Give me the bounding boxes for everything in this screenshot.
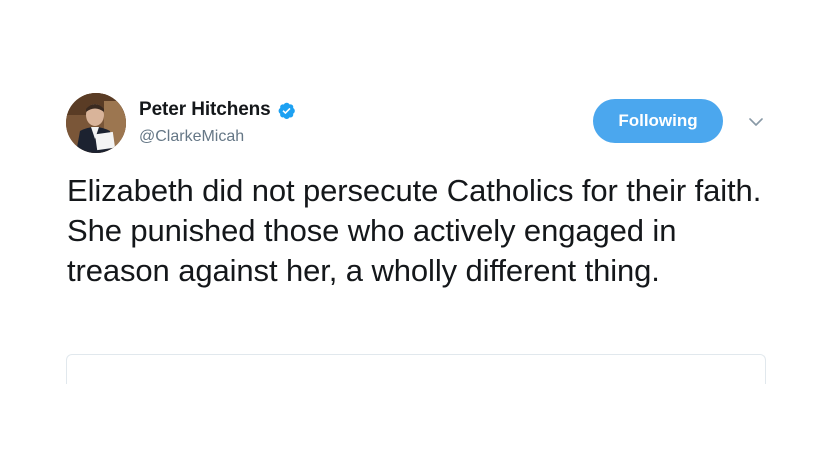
avatar[interactable] (66, 93, 126, 153)
chevron-down-icon[interactable] (745, 114, 767, 130)
profile-photo-icon (66, 93, 126, 153)
author-name-row[interactable]: Peter Hitchens (139, 97, 296, 123)
tweet-card-preview[interactable] (66, 354, 766, 384)
display-name[interactable]: Peter Hitchens (139, 99, 271, 121)
tweet: Peter Hitchens @ClarkeMicah Following El… (0, 0, 819, 460)
verified-badge-icon (277, 101, 296, 120)
following-button[interactable]: Following (593, 99, 723, 143)
author-handle[interactable]: @ClarkeMicah (139, 128, 244, 146)
tweet-text: Elizabeth did not persecute Catholics fo… (67, 173, 762, 288)
